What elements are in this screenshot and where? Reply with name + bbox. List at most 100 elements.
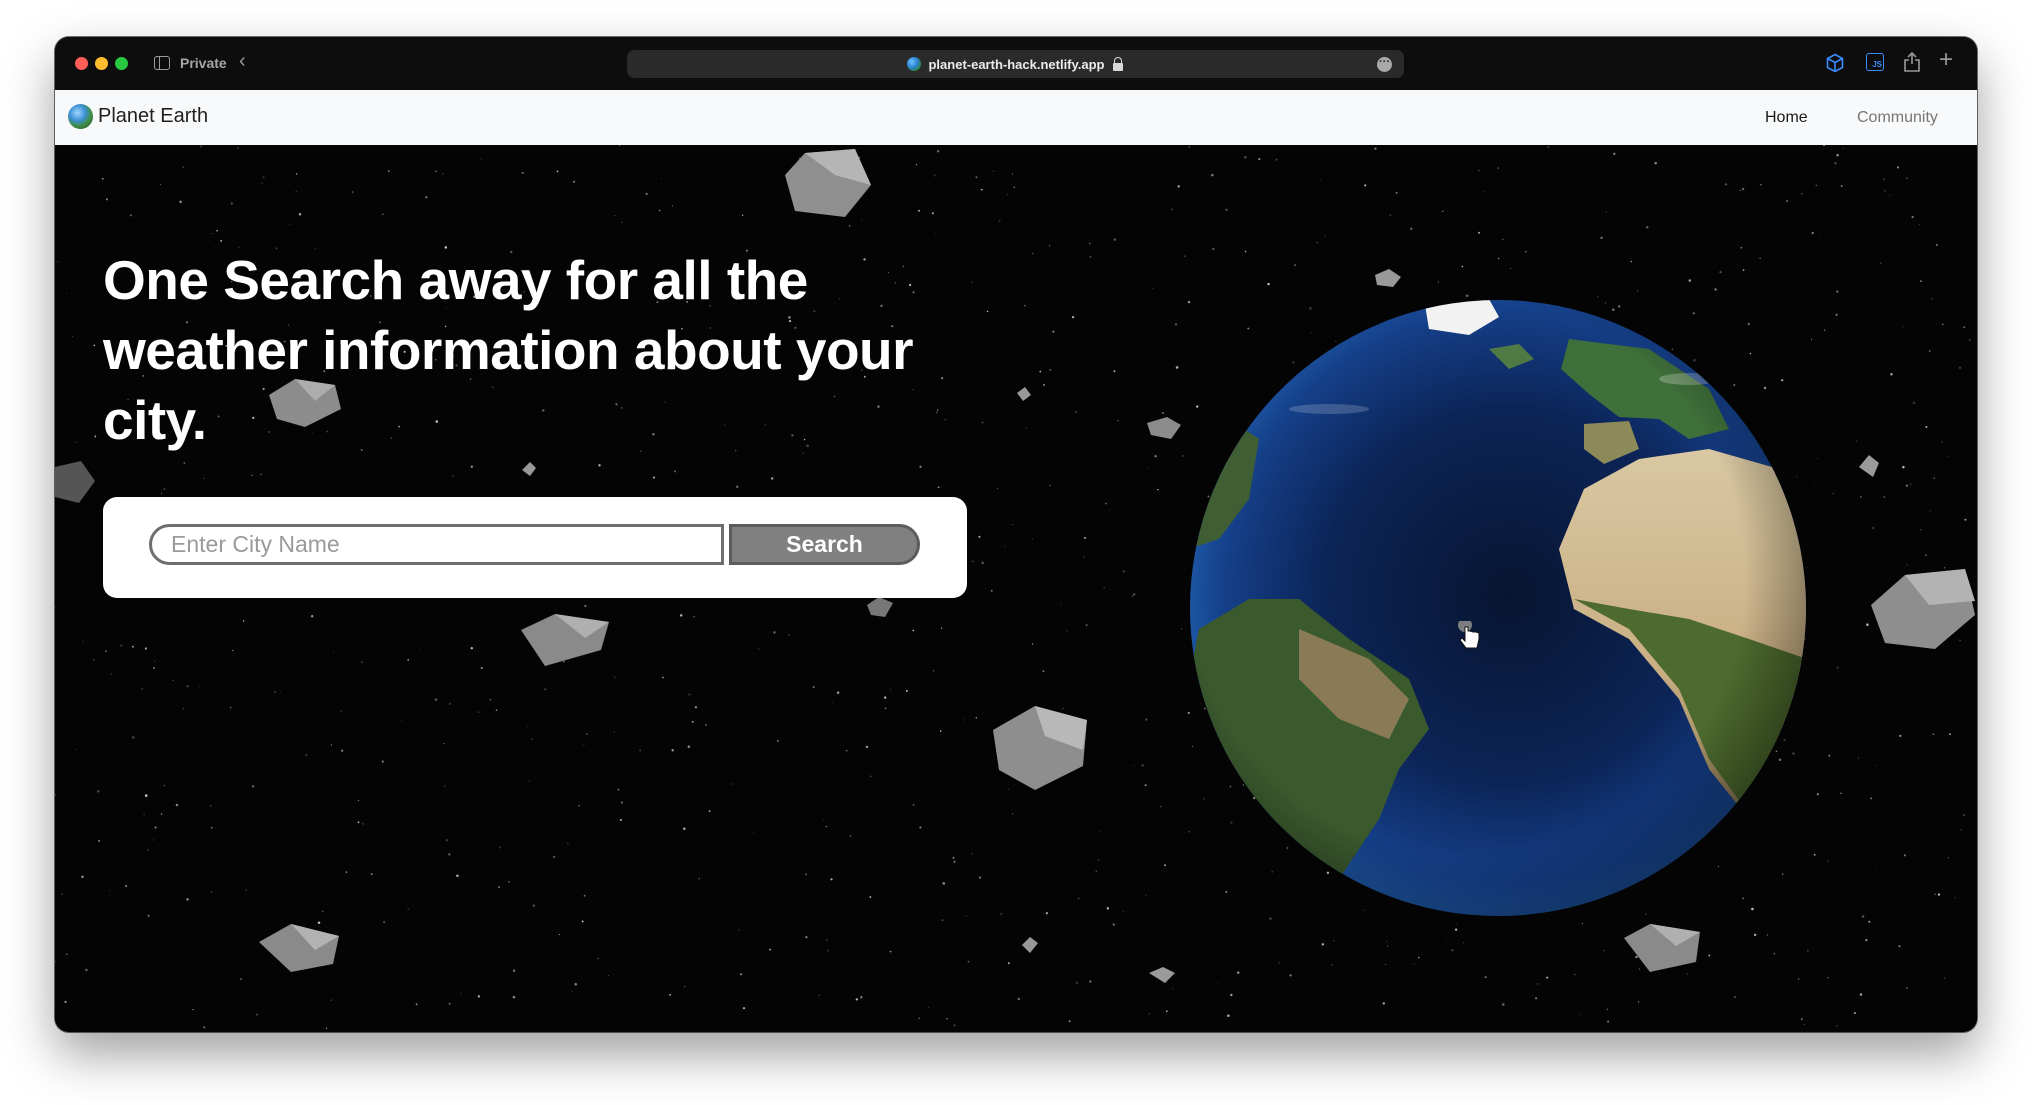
star-dot [578, 805, 580, 807]
star-dot [1883, 496, 1886, 498]
star-dot [93, 344, 96, 347]
brand-link[interactable]: Planet Earth [68, 104, 208, 129]
star-dot [619, 818, 622, 821]
star-dot [298, 212, 302, 216]
star-dot [1106, 907, 1110, 910]
star-dot [242, 620, 245, 622]
star-dot [1175, 366, 1179, 369]
star-dot [1413, 963, 1415, 965]
star-dot [1509, 267, 1511, 269]
star-dot [556, 170, 559, 173]
star-dot [1741, 187, 1745, 191]
star-dot [940, 627, 943, 629]
nav-link-home[interactable]: Home [1765, 109, 1808, 127]
star-dot [1095, 870, 1098, 873]
js-extension-icon[interactable]: JS [1866, 53, 1884, 71]
star-dot [1934, 893, 1936, 895]
star-dot [621, 221, 623, 223]
star-dot [846, 750, 848, 752]
star-dot [289, 223, 291, 225]
minimize-window-button[interactable] [95, 57, 108, 70]
star-dot [232, 649, 234, 652]
star-dot [229, 706, 232, 709]
star-dot [1177, 185, 1180, 188]
star-dot [210, 891, 213, 893]
star-dot [1899, 734, 1902, 737]
star-dot [567, 842, 569, 845]
star-dot [708, 810, 711, 812]
star-dot [56, 261, 59, 263]
lock-icon [1112, 57, 1124, 71]
star-dot [1395, 191, 1398, 194]
headline-line: One Search away for all the [103, 249, 808, 311]
asteroid-image [1624, 924, 1700, 972]
star-dot [1925, 426, 1928, 428]
star-dot [200, 145, 203, 148]
star-dot [1331, 964, 1333, 966]
star-dot [1145, 718, 1148, 721]
star-dot [583, 743, 585, 746]
star-dot [613, 731, 615, 733]
browser-titlebar: Private ‹ planet-earth-hack.netlify.app … [55, 37, 1977, 90]
star-dot [691, 720, 694, 723]
asteroid-image [522, 462, 536, 476]
nav-link-community[interactable]: Community [1857, 109, 1938, 127]
star-dot [674, 470, 677, 473]
star-dot [942, 882, 946, 885]
star-dot [1920, 529, 1922, 531]
back-icon[interactable]: ‹ [239, 51, 246, 71]
zoom-window-button[interactable] [115, 57, 128, 70]
star-dot [1212, 247, 1215, 251]
star-dot [978, 876, 981, 879]
star-dot [981, 561, 984, 565]
address-bar[interactable]: planet-earth-hack.netlify.app ··· [627, 50, 1404, 78]
star-dot [1816, 793, 1819, 796]
star-dot [1859, 495, 1862, 498]
star-dot [61, 893, 63, 895]
cube-extension-icon[interactable] [1825, 53, 1845, 73]
star-dot [1832, 492, 1834, 495]
search-button[interactable]: Search [729, 524, 920, 565]
star-dot [470, 465, 473, 468]
new-tab-icon[interactable]: + [1939, 48, 1953, 72]
share-icon[interactable] [1903, 51, 1921, 73]
hand-pointer-icon [1458, 621, 1480, 649]
star-dot [1382, 1002, 1386, 1005]
star-dot [1068, 1020, 1071, 1023]
close-window-button[interactable] [75, 57, 88, 70]
star-dot [1316, 242, 1318, 244]
star-dot [1004, 252, 1006, 254]
star-dot [652, 476, 656, 479]
star-dot [341, 749, 344, 752]
star-dot [448, 1002, 451, 1005]
star-dot [1075, 411, 1077, 413]
star-dot [498, 846, 501, 849]
star-dot [1708, 954, 1711, 957]
more-icon[interactable]: ··· [1377, 57, 1392, 72]
sidebar-icon[interactable] [154, 56, 170, 70]
star-dot [179, 200, 182, 204]
star-dot [1133, 765, 1135, 767]
star-dot [1536, 983, 1539, 985]
star-dot [477, 995, 481, 998]
star-dot [738, 929, 740, 931]
star-dot [97, 839, 101, 842]
star-dot [1097, 859, 1100, 861]
city-search-input[interactable] [149, 524, 724, 565]
star-dot [1874, 867, 1876, 869]
star-dot [1931, 297, 1933, 300]
star-dot [805, 936, 808, 939]
star-dot [1147, 466, 1149, 468]
star-dot [407, 908, 409, 910]
brand-name: Planet Earth [98, 105, 209, 127]
star-dot [237, 147, 239, 149]
star-dot [919, 826, 922, 829]
star-dot [1546, 919, 1547, 921]
earth-globe-image[interactable] [1189, 299, 1807, 917]
star-dot [1025, 427, 1027, 429]
star-dot [1478, 170, 1480, 172]
star-dot [698, 878, 700, 880]
star-dot [383, 920, 386, 924]
star-dot [679, 614, 683, 617]
star-dot [753, 832, 755, 834]
